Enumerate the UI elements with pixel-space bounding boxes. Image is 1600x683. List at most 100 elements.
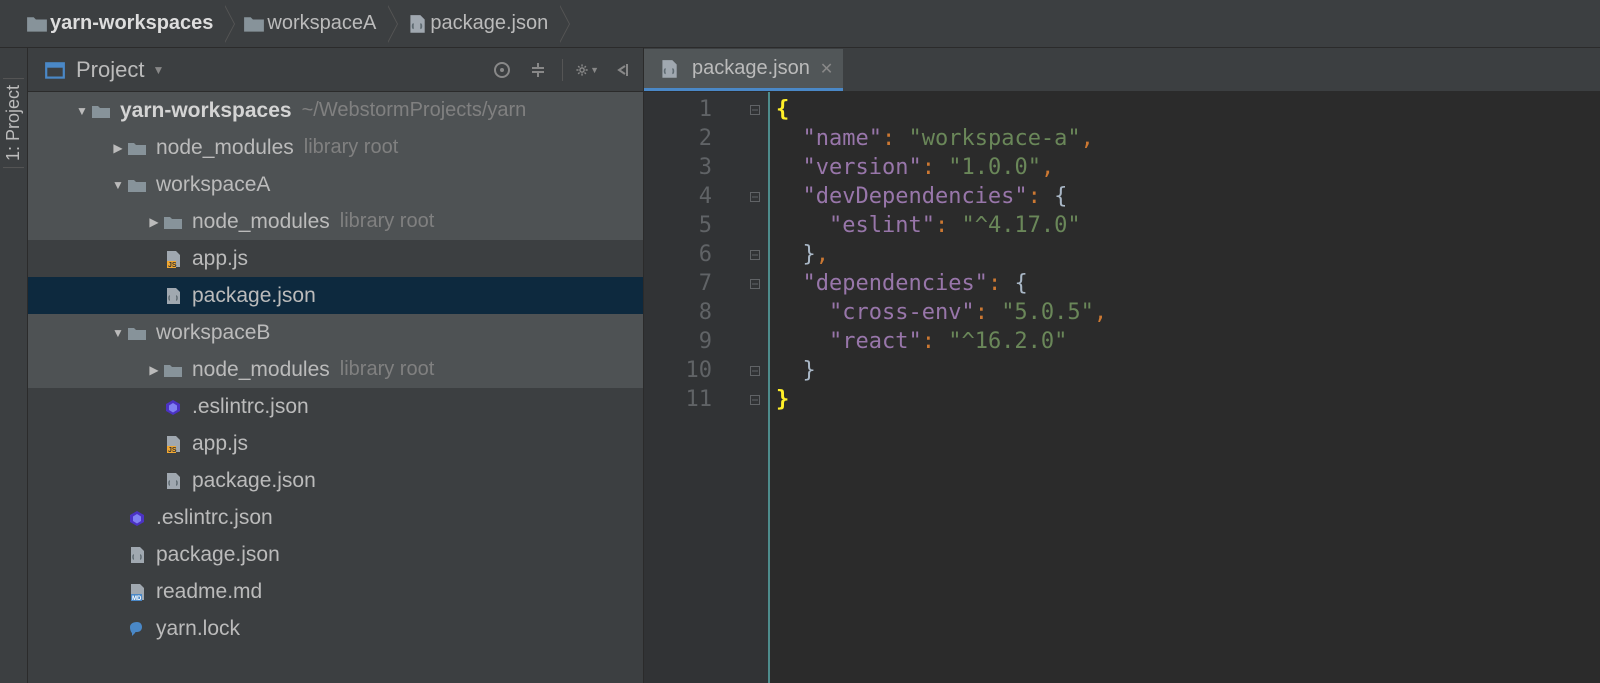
- json-icon: [162, 471, 184, 491]
- tree-item-suffix: library root: [340, 358, 434, 381]
- tree-row[interactable]: MD readme.md: [28, 573, 643, 610]
- tree-row[interactable]: ▶ node_modules library root: [28, 351, 643, 388]
- line-number: 3: [644, 153, 712, 182]
- tree-row[interactable]: package.json: [28, 536, 643, 573]
- breadcrumb-label: yarn-workspaces: [50, 12, 213, 35]
- tree-arrow-icon[interactable]: ▶: [146, 215, 162, 229]
- editor-tab[interactable]: package.json ✕: [644, 49, 843, 91]
- svg-text:JS: JS: [168, 447, 177, 453]
- tree-arrow-icon[interactable]: ▶: [110, 141, 126, 155]
- tree-item-path: ~/WebstormProjects/yarn: [302, 99, 527, 122]
- tree-row[interactable]: package.json: [28, 277, 643, 314]
- tree-arrow-icon[interactable]: ▶: [146, 363, 162, 377]
- breadcrumb-item-root[interactable]: yarn-workspaces: [18, 5, 225, 43]
- tree-row[interactable]: package.json: [28, 462, 643, 499]
- fold-marker[interactable]: [742, 385, 768, 414]
- settings-button[interactable]: ▼: [575, 58, 599, 82]
- folder-icon: [126, 323, 148, 343]
- tree-row[interactable]: ▼ yarn-workspaces ~/WebstormProjects/yarn: [28, 92, 643, 129]
- tree-item-label: node_modules: [192, 358, 330, 382]
- code-content[interactable]: { "name": "workspace-a", "version": "1.0…: [770, 92, 1600, 683]
- fold-marker[interactable]: [742, 182, 768, 211]
- collapse-all-button[interactable]: [526, 58, 550, 82]
- dropdown-icon: ▼: [152, 63, 164, 77]
- tree-item-label: workspaceB: [156, 321, 270, 345]
- project-icon: [44, 60, 66, 80]
- tree-row[interactable]: JSapp.js: [28, 240, 643, 277]
- tree-row[interactable]: ▶ node_modules library root: [28, 129, 643, 166]
- fold-gutter[interactable]: [742, 92, 770, 683]
- tree-item-label: package.json: [192, 469, 316, 493]
- tree-item-label: readme.md: [156, 580, 262, 604]
- line-number: 1: [644, 95, 712, 124]
- project-panel-toolbar: ▼: [490, 58, 635, 82]
- line-number-gutter: 1234567891011: [644, 92, 742, 683]
- svg-text:JS: JS: [168, 262, 177, 268]
- tree-item-label: .eslintrc.json: [192, 395, 309, 419]
- close-icon[interactable]: ✕: [820, 59, 833, 79]
- tree-row[interactable]: .eslintrc.json: [28, 388, 643, 425]
- project-panel-header: Project ▼ ▼: [28, 48, 643, 92]
- code-editor[interactable]: 1234567891011 { "name": "workspace-a", "…: [644, 92, 1600, 683]
- folder-icon: [126, 138, 148, 158]
- fold-marker: [742, 211, 768, 240]
- hide-button[interactable]: [611, 58, 635, 82]
- editor-area: package.json ✕ 1234567891011 { "name": "…: [644, 48, 1600, 683]
- tree-row[interactable]: .eslintrc.json: [28, 499, 643, 536]
- line-number: 6: [644, 240, 712, 269]
- panel-title-text: Project: [76, 57, 144, 83]
- fold-marker[interactable]: [742, 240, 768, 269]
- json-icon: [126, 545, 148, 565]
- eslint-icon: [126, 508, 148, 528]
- fold-marker[interactable]: [742, 269, 768, 298]
- tree-item-label: package.json: [156, 543, 280, 567]
- js-icon: JS: [162, 249, 184, 269]
- line-number: 2: [644, 124, 712, 153]
- tree-row[interactable]: yarn.lock: [28, 610, 643, 647]
- breadcrumb-item-folder[interactable]: workspaceA: [225, 5, 388, 43]
- tree-row[interactable]: ▼ workspaceB: [28, 314, 643, 351]
- line-number: 10: [644, 356, 712, 385]
- json-file-icon: [406, 14, 428, 34]
- tree-arrow-icon[interactable]: ▼: [74, 104, 90, 118]
- fold-marker[interactable]: [742, 95, 768, 124]
- project-panel-title[interactable]: Project ▼: [44, 57, 490, 83]
- tree-item-label: app.js: [192, 432, 248, 456]
- scroll-from-source-button[interactable]: [490, 58, 514, 82]
- folder-icon: [243, 14, 265, 34]
- fold-marker[interactable]: [742, 356, 768, 385]
- tree-row[interactable]: ▼workspaceA: [28, 166, 643, 203]
- toolbar-separator: [562, 59, 563, 81]
- tree-item-label: yarn.lock: [156, 617, 240, 641]
- breadcrumb-label: workspaceA: [267, 12, 376, 35]
- project-panel: Project ▼ ▼ ▼yarn-workspace: [28, 48, 644, 683]
- tree-item-suffix: library root: [340, 210, 434, 233]
- tree-arrow-icon[interactable]: ▼: [110, 326, 126, 340]
- tree-item-label: node_modules: [192, 210, 330, 234]
- lock-icon: [126, 619, 148, 639]
- line-number: 5: [644, 211, 712, 240]
- tree-item-label: node_modules: [156, 136, 294, 160]
- project-tool-window-button[interactable]: 1: Project: [3, 78, 24, 168]
- tree-item-label: yarn-workspaces: [120, 99, 292, 123]
- tree-arrow-icon[interactable]: ▼: [110, 178, 126, 192]
- breadcrumb-item-file[interactable]: package.json: [388, 5, 560, 43]
- tab-label: package.json: [692, 57, 810, 80]
- eslint-icon: [162, 397, 184, 417]
- folder-icon: [162, 360, 184, 380]
- breadcrumb: yarn-workspaces workspaceA package.json: [0, 0, 1600, 48]
- line-number: 7: [644, 269, 712, 298]
- tree-item-label: package.json: [192, 284, 316, 308]
- folder-icon: [26, 14, 48, 34]
- line-number: 4: [644, 182, 712, 211]
- tree-row[interactable]: ▶ node_modules library root: [28, 203, 643, 240]
- tree-item-suffix: library root: [304, 136, 398, 159]
- folder-icon: [126, 175, 148, 195]
- left-tool-strip: 1: Project: [0, 48, 28, 683]
- svg-text:MD: MD: [132, 596, 142, 601]
- tree-row[interactable]: JS app.js: [28, 425, 643, 462]
- fold-marker: [742, 298, 768, 327]
- folder-icon: [162, 212, 184, 232]
- json-icon: [162, 286, 184, 306]
- project-tree[interactable]: ▼ yarn-workspaces ~/WebstormProjects/yarn ▶…: [28, 92, 643, 683]
